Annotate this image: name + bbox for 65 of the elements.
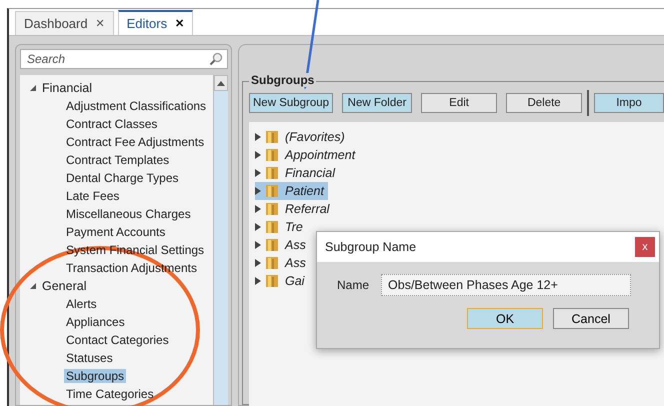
- folder-icon: [265, 274, 279, 288]
- folder-label[interactable]: (Favorites): [283, 130, 347, 144]
- name-field[interactable]: Obs/Between Phases Age 12+: [381, 274, 632, 296]
- dialog-title: Subgroup Name: [325, 240, 416, 254]
- folder-icon: [265, 166, 279, 180]
- tree-item[interactable]: Statuses: [64, 351, 115, 365]
- folder-icon: [265, 202, 279, 216]
- scroll-up-icon[interactable]: [217, 80, 225, 86]
- tree-item[interactable]: Subgroups: [64, 369, 126, 383]
- expand-icon[interactable]: [255, 241, 261, 249]
- tree-item[interactable]: Late Fees: [64, 189, 122, 203]
- tree-group[interactable]: General: [42, 279, 86, 293]
- tree-item[interactable]: Miscellaneous Charges: [64, 207, 193, 221]
- folder-icon: [265, 184, 279, 198]
- tab[interactable]: Dashboard ✕: [15, 11, 114, 35]
- tree-item[interactable]: Appliances: [64, 315, 127, 329]
- folder-label[interactable]: Ass: [283, 238, 308, 252]
- tree-item[interactable]: Alerts: [64, 297, 99, 311]
- expand-icon[interactable]: [255, 151, 261, 159]
- expand-icon[interactable]: [30, 282, 36, 290]
- scrollbar[interactable]: [213, 75, 228, 405]
- expand-icon[interactable]: [255, 277, 261, 285]
- tab[interactable]: Editors ✕: [118, 10, 194, 35]
- toolbar-button[interactable]: New Subgroup: [249, 93, 334, 113]
- tree-item[interactable]: Adjustment Classifications: [64, 99, 208, 113]
- tree-item[interactable]: Contact Categories: [64, 333, 171, 347]
- toolbar-button[interactable]: Impo: [594, 93, 664, 113]
- expand-icon[interactable]: [255, 169, 261, 177]
- tree-item[interactable]: Time Categories: [64, 387, 156, 401]
- tree-item[interactable]: Contract Fee Adjustments: [64, 135, 206, 149]
- close-icon[interactable]: ✕: [175, 17, 184, 30]
- dialog-button[interactable]: OK: [467, 308, 543, 329]
- toolbar-button[interactable]: Delete: [506, 93, 582, 113]
- expand-icon[interactable]: [255, 223, 261, 231]
- close-icon[interactable]: ✕: [96, 17, 105, 30]
- folder-label[interactable]: Ass: [283, 256, 308, 270]
- folder-label[interactable]: Financial: [283, 166, 338, 180]
- close-button[interactable]: x: [635, 237, 655, 257]
- folder-label[interactable]: Tre: [283, 220, 305, 234]
- folder-icon: [265, 148, 279, 162]
- search-input[interactable]: Search: [25, 51, 209, 67]
- tree-item[interactable]: Contract Classes: [64, 117, 160, 131]
- expand-icon[interactable]: [255, 187, 261, 195]
- folder-icon: [265, 220, 279, 234]
- tree-group[interactable]: Financial: [42, 81, 92, 95]
- tree-item[interactable]: Dental Charge Types: [64, 171, 181, 185]
- field-label: Name: [337, 278, 370, 292]
- toolbar-button[interactable]: Edit: [421, 93, 498, 113]
- search-icon: [209, 52, 223, 66]
- folder-icon: [265, 238, 279, 252]
- folder-icon: [265, 130, 279, 144]
- expand-icon[interactable]: [255, 133, 261, 141]
- tree-item[interactable]: Payment Accounts: [64, 225, 168, 239]
- expand-icon[interactable]: [255, 259, 261, 267]
- group-title: Subgroups: [249, 73, 316, 87]
- folder-label[interactable]: Appointment: [283, 148, 358, 162]
- folder-label[interactable]: Gai: [283, 274, 306, 288]
- folder-label[interactable]: Referral: [283, 202, 332, 216]
- expand-icon[interactable]: [30, 84, 36, 92]
- expand-icon[interactable]: [255, 205, 261, 213]
- tree-item[interactable]: Contract Templates: [64, 153, 172, 167]
- dialog-button[interactable]: Cancel: [553, 308, 629, 329]
- folder-icon: [265, 256, 279, 270]
- toolbar-button[interactable]: New Folder: [342, 93, 412, 113]
- search-field[interactable]: Search: [20, 49, 228, 69]
